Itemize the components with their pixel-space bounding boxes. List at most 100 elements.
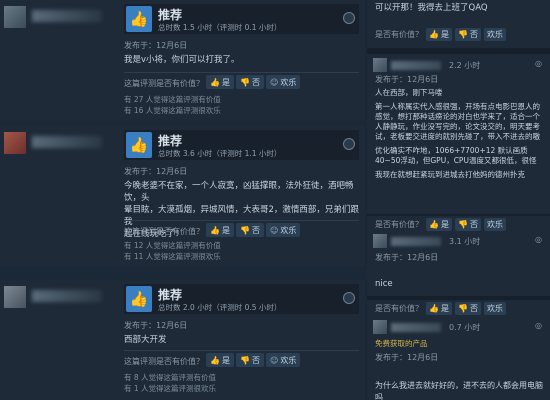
funny-label: 欢乐 bbox=[486, 30, 503, 39]
vote-header[interactable]: 👍 推荐 总时数 3.6 小时（评测时 1.1 小时） bbox=[124, 130, 359, 160]
thumbs-up-icon: 👍 bbox=[429, 30, 439, 39]
yes-button[interactable]: 👍 是 bbox=[426, 28, 452, 41]
funny-button[interactable]: 欢乐 bbox=[483, 302, 506, 315]
no-label: 否 bbox=[469, 304, 478, 313]
thumbs-up-icon: 👍 bbox=[126, 286, 152, 312]
posted-date: 发布于：12月6日 bbox=[375, 253, 439, 262]
posted-date: 发布于：12月6日 bbox=[375, 75, 439, 84]
thumbs-up-icon: 👍 bbox=[126, 132, 152, 158]
helpful-question: 这篇评测是否有价值？ bbox=[124, 79, 204, 88]
no-label: 否 bbox=[469, 30, 478, 39]
thumbs-down-icon: 👎 bbox=[240, 355, 250, 365]
no-button[interactable]: 👎 否 bbox=[454, 28, 481, 41]
avatar[interactable] bbox=[373, 320, 387, 334]
review-hours: 总时数 3.6 小时（评测时 1.1 小时） bbox=[158, 149, 282, 158]
posted-date: 发布于：12月6日 bbox=[124, 41, 188, 50]
thumbs-up-icon: 👍 bbox=[126, 6, 152, 32]
yes-button[interactable]: 👍 是 bbox=[206, 75, 234, 89]
no-label: 否 bbox=[251, 225, 260, 235]
review-body: 为什么我进去就好好的，进不去的人都会用电脑吗 bbox=[375, 381, 543, 400]
funny-count: 有 11 人觉得这篇评测很欢乐 bbox=[124, 252, 221, 261]
review-body: nice bbox=[375, 279, 393, 289]
no-button[interactable]: 👎 否 bbox=[236, 353, 264, 367]
smiley-icon: ☺ bbox=[270, 355, 279, 365]
no-button[interactable]: 👎 否 bbox=[454, 218, 481, 231]
author-name[interactable] bbox=[391, 236, 441, 246]
review-content: 👍 推荐 总时数 3.6 小时（评测时 1.1 小时） 发布于：12月6日 今晚… bbox=[120, 126, 365, 266]
steam-icon: ◎ bbox=[535, 59, 542, 68]
helpful-question: 是否有价值？ bbox=[375, 30, 423, 39]
divider bbox=[124, 72, 359, 73]
funny-label: 欢乐 bbox=[486, 220, 503, 229]
no-button[interactable]: 👎 否 bbox=[236, 75, 264, 89]
steam-reviews-page: 👍 推荐 总时数 1.5 小时（评测时 0.1 小时） 发布于：12月6日 我是… bbox=[0, 0, 550, 400]
review-author: 3.1 小时 bbox=[373, 234, 480, 248]
no-label: 否 bbox=[251, 77, 260, 87]
author-name[interactable] bbox=[32, 290, 102, 302]
review-card: 👍 推荐 总时数 1.5 小时（评测时 0.1 小时） 发布于：12月6日 我是… bbox=[0, 0, 365, 120]
funny-button[interactable]: ☺ 欢乐 bbox=[266, 353, 301, 367]
helpful-count: 有 12 人觉得这篇评测有价值 bbox=[124, 241, 221, 250]
avatar[interactable] bbox=[4, 286, 26, 308]
yes-label: 是 bbox=[440, 304, 449, 313]
review-hours: 总时数 2.0 小时（评测时 0.5 小时） bbox=[158, 303, 282, 312]
funny-button[interactable]: 欢乐 bbox=[483, 28, 506, 41]
review-line: 人在西部，刚下马喽 bbox=[375, 88, 443, 97]
review-card: 2.2 小时 ◎ 发布于：12月6日 人在西部，刚下马喽 第一人称属实代入感很强… bbox=[367, 54, 550, 214]
funny-button[interactable]: ☺ 欢乐 bbox=[266, 75, 301, 89]
review-line: 我现在就想赶紧玩到进城去打他妈的德州扑克 bbox=[375, 170, 525, 179]
vote-header[interactable]: 👍 推荐 总时数 2.0 小时（评测时 0.5 小时） bbox=[124, 284, 359, 314]
review-verdict: 推荐 bbox=[158, 134, 183, 148]
author-name[interactable] bbox=[391, 322, 441, 332]
thumbs-down-icon: 👎 bbox=[457, 304, 468, 313]
reviews-right-column: 可以开那！我得去上班了QAQ 是否有价值？ 👍 是 👎 否 欢乐 2.2 小时 ◎ … bbox=[367, 0, 550, 400]
steam-icon: ◎ bbox=[535, 235, 542, 244]
review-hours: 0.7 小时 bbox=[449, 322, 481, 332]
yes-button[interactable]: 👍 是 bbox=[206, 223, 234, 237]
funny-label: 欢乐 bbox=[486, 304, 503, 313]
review-hours: 2.2 小时 bbox=[449, 60, 481, 70]
author-name[interactable] bbox=[32, 10, 102, 22]
review-line: 人静静玩，作业没写完的，论文没交的，明天要考 bbox=[375, 122, 540, 131]
funny-button[interactable]: ☺ 欢乐 bbox=[266, 223, 301, 237]
review-verdict: 推荐 bbox=[158, 288, 183, 302]
smiley-icon: ☺ bbox=[270, 225, 279, 235]
posted-date: 发布于：12月6日 bbox=[124, 167, 188, 176]
author-name[interactable] bbox=[32, 136, 102, 148]
review-line: 西部大开发 bbox=[124, 335, 167, 345]
smiley-icon: ☺ bbox=[270, 77, 279, 87]
helpful-question: 是否有价值？ bbox=[375, 220, 423, 229]
yes-label: 是 bbox=[221, 355, 230, 365]
avatar[interactable] bbox=[4, 6, 26, 28]
review-stats: 有 12 人觉得这篇评测有价值 有 11 人觉得这篇评测很欢乐 bbox=[124, 240, 221, 262]
avatar[interactable] bbox=[373, 234, 387, 248]
review-content: 👍 推荐 总时数 2.0 小时（评测时 0.5 小时） 发布于：12月6日 西部… bbox=[120, 280, 365, 400]
steam-icon: ◎ bbox=[535, 321, 542, 330]
yes-label: 是 bbox=[440, 30, 449, 39]
yes-button[interactable]: 👍 是 bbox=[426, 218, 452, 231]
review-hours: 总时数 1.5 小时（评测时 0.1 小时） bbox=[158, 23, 282, 32]
review-hours: 3.1 小时 bbox=[449, 236, 481, 246]
author-name[interactable] bbox=[391, 60, 441, 70]
yes-button[interactable]: 👍 是 bbox=[426, 302, 452, 315]
review-author bbox=[0, 280, 118, 400]
helpful-question: 这篇评测是否有价值？ bbox=[124, 357, 204, 366]
no-button[interactable]: 👎 否 bbox=[236, 223, 264, 237]
review-line: 第一人称属实代入感很强，开场有点电影巴恩人的 bbox=[375, 102, 540, 111]
thumbs-down-icon: 👎 bbox=[457, 30, 468, 39]
review-body: 西部大开发 bbox=[124, 334, 362, 346]
review-line: 40~50浮动，但GPU，CPU温度又都很低，很怪 bbox=[375, 156, 537, 165]
funny-button[interactable]: 欢乐 bbox=[483, 218, 506, 231]
avatar[interactable] bbox=[4, 132, 26, 154]
review-body: 可以开那！我得去上班了QAQ bbox=[375, 3, 488, 13]
funny-count: 有 1 人觉得这篇评测很欢乐 bbox=[124, 384, 217, 393]
review-author bbox=[0, 126, 118, 266]
review-verdict: 推荐 bbox=[158, 8, 183, 22]
thumbs-down-icon: 👎 bbox=[457, 220, 468, 229]
review-line: 感觉，想打那种话痨论的对白也学来了，适合一个 bbox=[375, 112, 540, 121]
vote-header[interactable]: 👍 推荐 总时数 1.5 小时（评测时 0.1 小时） bbox=[124, 4, 359, 34]
yes-button[interactable]: 👍 是 bbox=[206, 353, 234, 367]
no-button[interactable]: 👎 否 bbox=[454, 302, 481, 315]
yes-label: 是 bbox=[221, 225, 230, 235]
avatar[interactable] bbox=[373, 58, 387, 72]
